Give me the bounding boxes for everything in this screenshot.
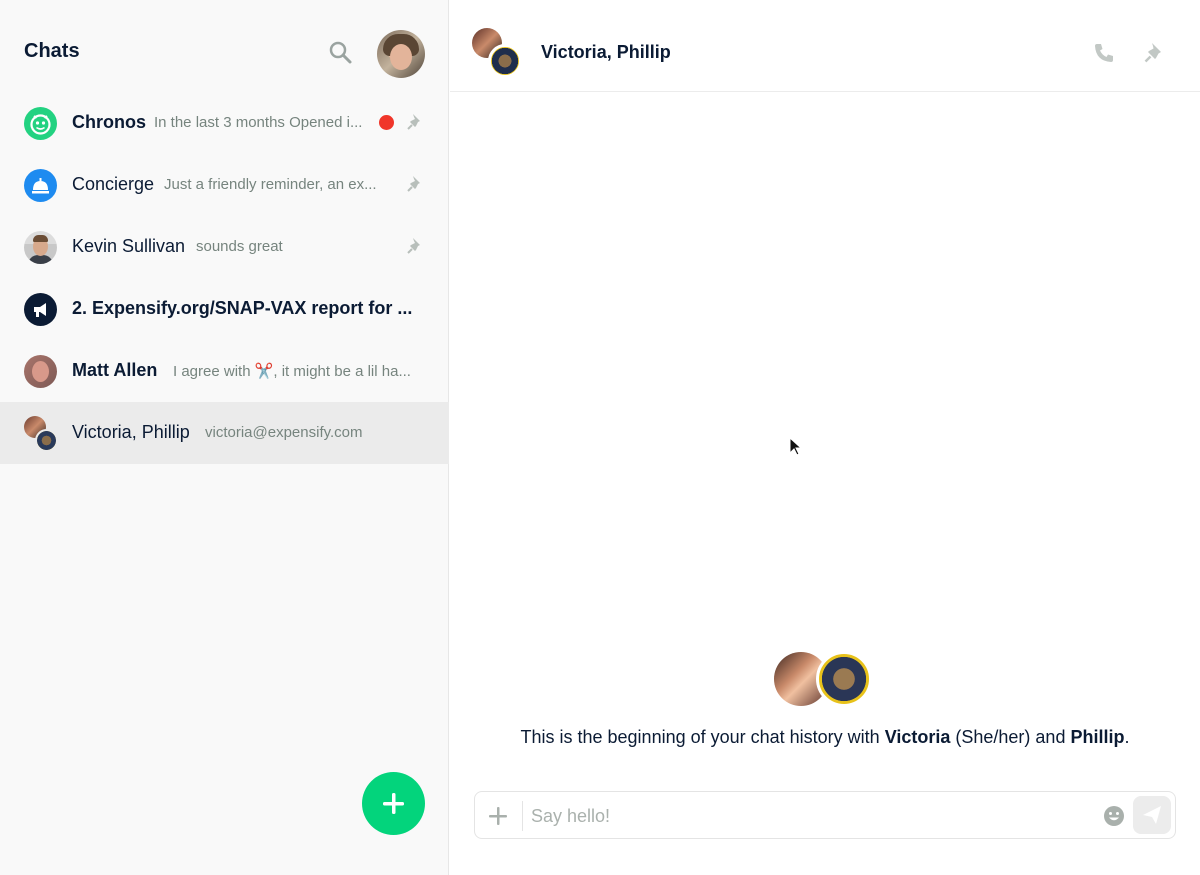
chat-header: Victoria, Phillip: [450, 0, 1200, 92]
pin-icon: [405, 174, 425, 194]
chat-item-kevin-sullivan[interactable]: Kevin Sullivan sounds great: [0, 216, 449, 278]
pin-icon[interactable]: [1142, 41, 1166, 65]
chat-item-concierge[interactable]: Concierge Just a friendly reminder, an e…: [0, 154, 449, 216]
chat-panel: Victoria, Phillip This is the beginning …: [450, 0, 1200, 875]
add-attachment-button[interactable]: [485, 803, 511, 829]
intro-prefix: This is the beginning of your chat histo…: [520, 727, 885, 747]
avatar-face: [32, 361, 49, 382]
avatar: [816, 651, 872, 707]
plus-icon: [489, 807, 507, 825]
intro-name-1: Victoria: [884, 727, 951, 747]
avatar: [24, 231, 57, 264]
unread-indicator: [379, 115, 394, 130]
chat-name: Kevin Sullivan: [72, 236, 186, 256]
chat-list: Chronos In the last 3 months Opened i...…: [0, 92, 449, 464]
avatar[interactable]: [377, 30, 425, 78]
chat-item-chronos[interactable]: Chronos In the last 3 months Opened i...: [0, 92, 449, 154]
chat-item-report[interactable]: 2. Expensify.org/SNAP-VAX report for ...: [0, 278, 449, 340]
chat-item-victoria-phillip[interactable]: Victoria, Phillip victoria@expensify.com: [0, 402, 449, 464]
message-input[interactable]: [531, 800, 1091, 832]
search-icon[interactable]: [326, 38, 356, 68]
avatar: [488, 44, 522, 78]
bell-icon: [24, 169, 57, 202]
send-icon: [1143, 806, 1161, 824]
avatar-body: [28, 255, 53, 264]
intro-suffix: .: [1124, 727, 1130, 747]
phone-icon[interactable]: [1092, 41, 1116, 65]
page-title: Chats: [24, 40, 80, 62]
chat-preview: Just a friendly reminder, an ex...: [164, 176, 377, 193]
pin-icon: [405, 236, 425, 256]
megaphone-icon: [24, 293, 57, 326]
chat-name: Victoria, Phillip: [72, 422, 190, 442]
sidebar: Chats Chronos In the last 3 months Opene…: [0, 0, 449, 875]
chat-name: Chronos: [72, 112, 146, 132]
chat-title[interactable]: Victoria, Phillip: [541, 42, 671, 63]
divider: [522, 801, 523, 831]
avatar-group: [24, 416, 58, 452]
avatar: [24, 355, 57, 388]
new-chat-button[interactable]: [362, 772, 425, 835]
pin-icon: [405, 112, 425, 132]
message-composer: [474, 791, 1176, 839]
sidebar-header: Chats: [0, 0, 449, 100]
chat-preview: victoria@expensify.com: [205, 424, 363, 441]
intro-pronouns: (She/her) and: [950, 727, 1071, 747]
chat-intro-text: This is the beginning of your chat histo…: [450, 727, 1200, 748]
send-button[interactable]: [1133, 796, 1171, 834]
chat-preview: I agree with ✂️, it might be a lil ha...: [173, 363, 411, 380]
avatar-group[interactable]: [472, 28, 524, 78]
chronos-icon: [24, 107, 57, 140]
mouse-cursor-icon: [789, 436, 803, 457]
avatar-face: [390, 44, 412, 70]
chat-name: Concierge: [72, 174, 155, 194]
avatar-hair: [33, 235, 48, 242]
intro-avatar-group: [774, 651, 874, 708]
chat-preview: sounds great: [196, 238, 283, 255]
intro-name-2: Phillip: [1070, 727, 1125, 747]
emoji-icon[interactable]: [1102, 804, 1126, 828]
chat-item-matt-allen[interactable]: Matt Allen I agree with ✂️, it might be …: [0, 340, 449, 402]
plus-icon: [383, 793, 404, 814]
chat-name: 2. Expensify.org/SNAP-VAX report for ...: [72, 298, 413, 318]
chat-name: Matt Allen: [72, 360, 158, 380]
chat-preview: In the last 3 months Opened i...: [154, 114, 363, 131]
avatar: [35, 429, 58, 452]
